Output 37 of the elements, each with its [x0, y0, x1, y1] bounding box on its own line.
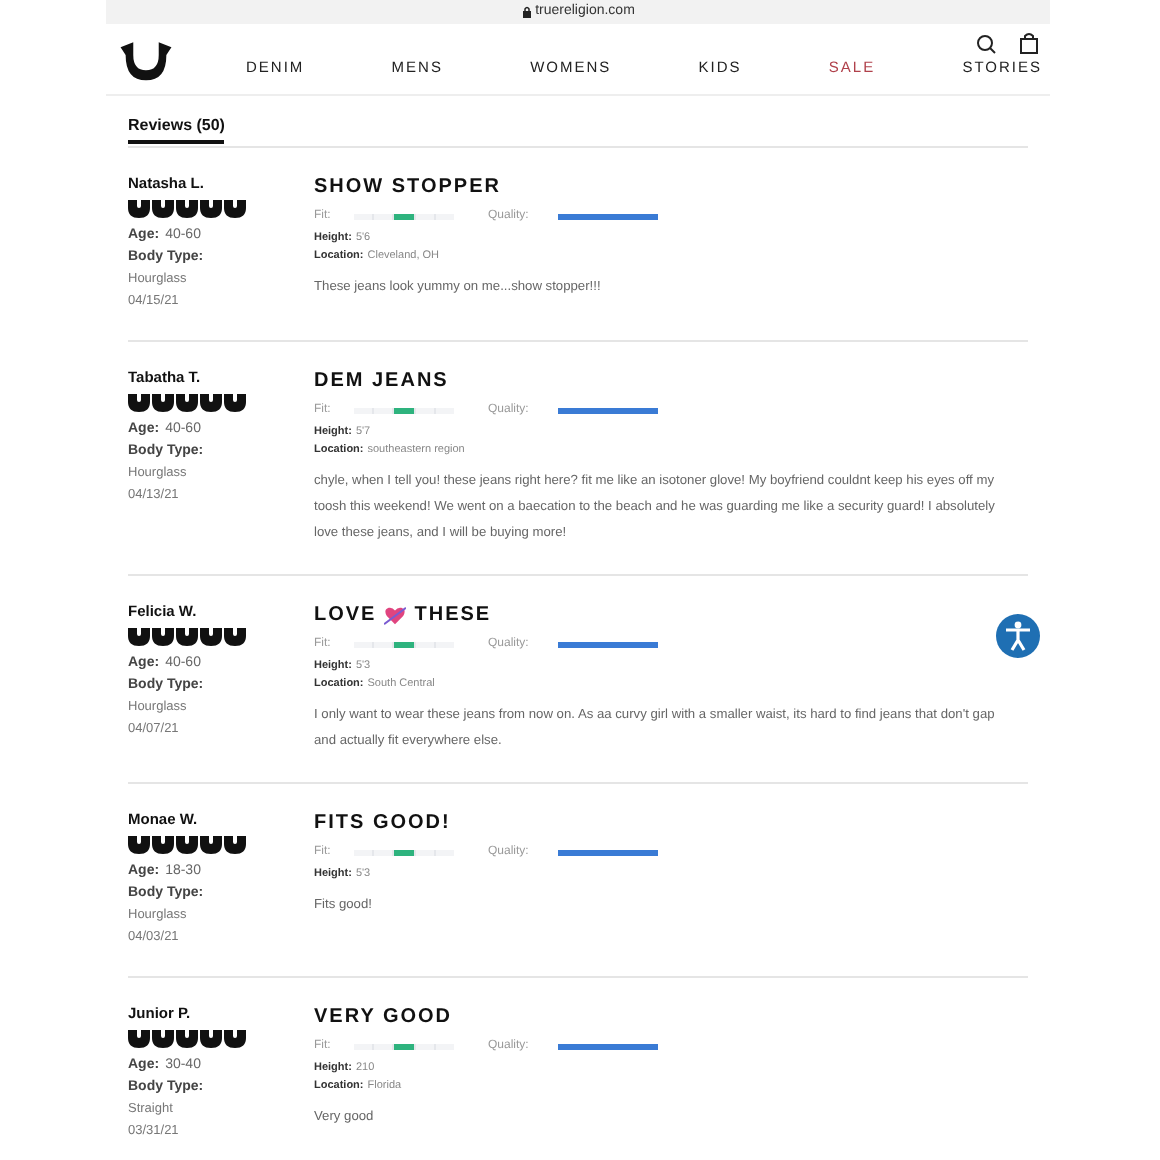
- search-icon[interactable]: [976, 34, 996, 54]
- horseshoe-rating-icon: [224, 200, 246, 218]
- horseshoe-rating-icon: [224, 394, 246, 412]
- horseshoe-rating-icon: [128, 836, 150, 854]
- horseshoe-rating-icon: [224, 836, 246, 854]
- horseshoe-rating-icon: [176, 1030, 198, 1048]
- horseshoe-rating-icon: [200, 1030, 222, 1048]
- bag-icon[interactable]: [1020, 32, 1038, 54]
- horseshoe-rating-icon: [152, 200, 174, 218]
- horseshoe-rating-icon: [152, 394, 174, 412]
- horseshoe-rating-icon: [200, 394, 222, 412]
- review-title: THESE: [414, 602, 492, 630]
- horseshoe-rating-icon: [176, 394, 198, 412]
- horseshoe-rating-icon: [176, 200, 198, 218]
- review-title: SHOW STOPPER: [314, 174, 501, 202]
- reviews-tab[interactable]: Reviews (50): [128, 114, 225, 144]
- review-title: DEM JEANS: [314, 368, 449, 396]
- horseshoe-rating-icon: [152, 836, 174, 854]
- horseshoe-rating-icon: [128, 394, 150, 412]
- horseshoe-rating-icon: [200, 200, 222, 218]
- horseshoe-rating-icon: [152, 1030, 174, 1048]
- accessibility-icon[interactable]: [996, 614, 1040, 658]
- lock-icon: [521, 6, 532, 18]
- horseshoe-rating-icon: [176, 836, 198, 854]
- horseshoe-rating-icon: [224, 1030, 246, 1048]
- horseshoe-rating-icon: [200, 836, 222, 854]
- review-title: VERY GOOD: [314, 1004, 453, 1032]
- review-title: LOVE: [314, 602, 377, 630]
- horseshoe-rating-icon: [152, 628, 174, 646]
- horseshoe-rating-icon: [200, 628, 222, 646]
- horseshoe-rating-icon: [224, 628, 246, 646]
- review-title: FITS GOOD!: [314, 810, 451, 838]
- horseshoe-rating-icon: [128, 200, 150, 218]
- horseshoe-rating-icon: [128, 1030, 150, 1048]
- horseshoe-rating-icon: [176, 628, 198, 646]
- horseshoe-rating-icon: [128, 628, 150, 646]
- heart-arrow-icon: [384, 605, 407, 625]
